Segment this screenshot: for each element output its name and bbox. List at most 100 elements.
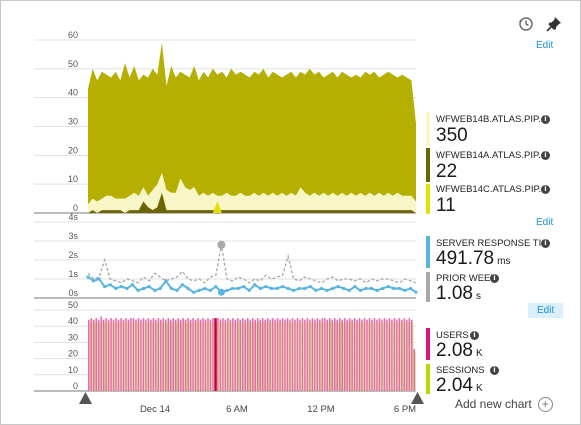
bar-sessions [94,323,96,391]
bar-sessions [231,323,233,391]
bar-sessions [357,323,359,391]
legend-value-text: 1.08 [436,283,473,304]
bar-sessions [166,323,168,391]
range-start-handle[interactable] [79,392,92,404]
bar-users [140,319,142,391]
bar-users [311,318,314,391]
bar-sessions [310,323,312,391]
range-end-handle[interactable] [411,392,424,404]
bar-sessions [126,321,128,391]
info-icon[interactable]: i [541,185,550,194]
info-icon[interactable]: i [490,274,499,283]
legend-swatch-server-response [426,236,430,268]
bar-users [90,318,93,391]
chart3-plot-area [88,316,416,391]
bar-sessions [156,323,158,391]
bar-users [408,318,411,391]
bar-users [92,319,95,391]
bar-sessions [174,321,175,391]
bar-sessions [365,321,367,391]
data-point [325,288,329,292]
bar-users [299,319,301,391]
chart2-plot-area [86,240,418,296]
legend-swatch-wfweb14c [426,184,430,214]
bar-users [194,319,197,391]
bar-users [259,319,261,391]
bar-sessions [256,323,257,391]
bar-sessions [248,321,250,391]
legend-swatch-users [426,328,430,360]
edit-chart1-link[interactable]: Edit [536,40,553,51]
bar-sessions [228,321,230,391]
bar-users [239,319,242,391]
edit-chart2-link[interactable]: Edit [536,217,553,228]
bar-sessions [320,323,322,391]
bar-users [95,318,97,391]
bar-users [177,318,179,391]
bar-sessions [303,321,305,391]
data-point [175,288,179,292]
legend-value-prior-week: 1.08 s [436,283,481,305]
bar-users [232,318,234,391]
bar-sessions [268,321,270,391]
info-icon[interactable]: i [541,115,550,124]
bar-sessions [288,321,290,391]
bar-sessions [265,323,267,391]
data-point [347,288,351,292]
bar-users [252,318,254,391]
bar-users [269,319,271,391]
bar-users [105,318,107,391]
bar-sessions [146,323,148,391]
chart2-grid: 4s 3s 2s 1s 0s [34,212,416,299]
data-point [358,288,363,292]
data-point [125,286,129,291]
add-new-chart-button[interactable]: Add new chart + [455,397,553,413]
bar-users [286,318,289,391]
legend-value-text: 11 [436,195,456,216]
bar-sessions [253,321,255,391]
info-icon[interactable]: i [541,151,550,160]
history-icon[interactable] [518,16,534,32]
pin-icon[interactable] [546,16,562,32]
bar-users [102,319,105,391]
info-icon[interactable]: i [541,239,550,248]
bar-users [358,318,361,391]
bar-sessions [293,321,295,391]
data-point [336,285,340,289]
data-point [147,285,151,289]
bar-sessions [233,321,235,391]
bar-sessions [275,323,277,391]
y-tick-label: 60 [68,30,78,40]
bar-users [386,319,388,391]
bar-users [413,348,416,391]
bar-users [378,318,381,391]
bar-sessions [198,321,200,391]
bar-users [391,319,393,391]
bar-sessions [390,321,392,391]
bar-sessions [218,321,220,391]
bar-sessions [141,323,143,391]
bar-users [276,318,279,391]
bar-users [150,319,152,391]
bar-users [130,318,132,391]
y-tick-label: 40 [68,88,78,98]
legend-label-wfweb14b[interactable]: WFWEB14B.ATLAS.PIP... [436,114,548,125]
bar-users [284,319,286,391]
y-tick-label: 1s [68,269,78,279]
legend-label-wfweb14c[interactable]: WFWEB14C.ATLAS.PIP... [436,184,548,195]
info-icon[interactable]: i [470,331,479,340]
legend-label-wfweb14a[interactable]: WFWEB14A.ATLAS.PIP... [436,150,548,161]
data-point [230,286,235,291]
bar-users [209,319,212,391]
info-icon[interactable]: i [490,366,499,375]
bar-users [174,319,177,391]
bar-users [271,318,274,391]
y-tick-label: 0s [68,288,78,298]
bar-sessions [300,323,302,391]
bar-users [256,318,259,391]
bar-sessions [114,323,116,391]
data-point [297,286,301,291]
data-point [286,286,290,291]
data-point [314,288,318,292]
data-point [253,283,257,287]
